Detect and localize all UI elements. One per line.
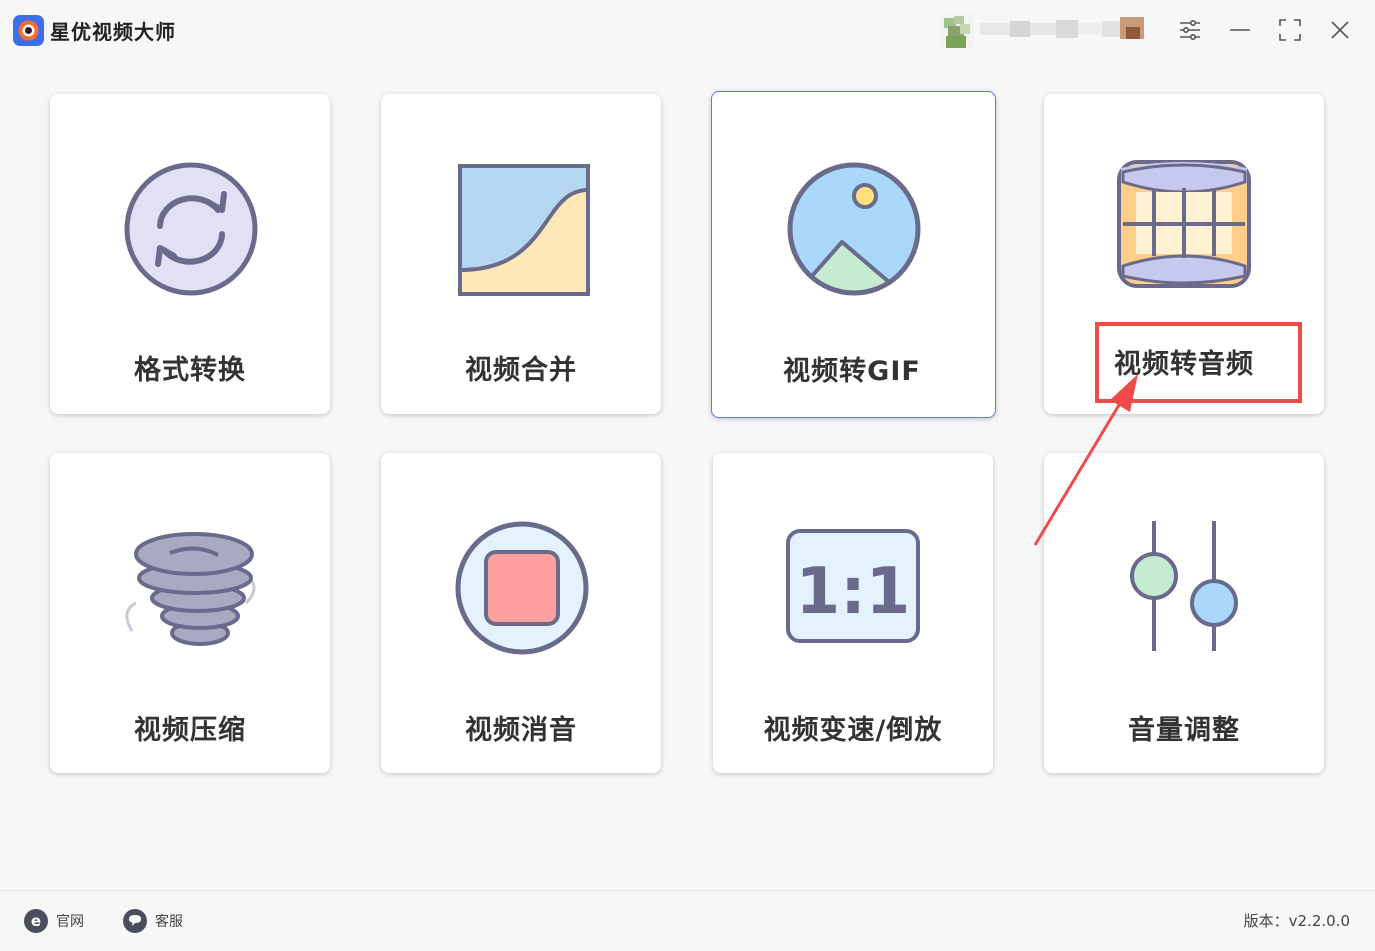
ratio-speed-icon: 1:1 — [786, 529, 920, 643]
tool-card-video-speed[interactable]: 1:1 视频变速/倒放 — [713, 453, 993, 773]
customer-service-link[interactable]: 客服 — [123, 908, 183, 934]
website-label: 官网 — [56, 914, 84, 930]
website-link[interactable]: e 官网 — [24, 908, 84, 934]
tool-card-video-to-gif[interactable]: 视频转GIF — [711, 91, 996, 418]
close-icon[interactable] — [1327, 17, 1353, 43]
svg-text:1:1: 1:1 — [796, 555, 911, 629]
tool-card-video-mute[interactable]: 视频消音 — [381, 453, 661, 773]
app-logo-icon — [13, 15, 44, 46]
title-bar: 星优视频大师 — [0, 0, 1375, 60]
tool-label: 视频压缩 — [134, 715, 246, 746]
version-text: 版本：v2.2.0.0 — [1243, 912, 1350, 930]
tool-label: 视频转GIF — [783, 356, 921, 387]
merge-curve-icon — [458, 164, 590, 296]
maximize-icon[interactable] — [1277, 17, 1303, 43]
chat-bubble-icon — [123, 909, 147, 933]
tool-label: 视频消音 — [465, 715, 577, 746]
stop-mute-icon — [455, 521, 589, 655]
tool-card-video-compress[interactable]: 视频压缩 — [50, 453, 330, 773]
tool-card-format-convert[interactable]: 格式转换 — [50, 94, 330, 414]
user-avatar[interactable] — [940, 14, 974, 48]
username-blurred — [980, 17, 1144, 39]
svg-text:e: e — [31, 912, 41, 930]
sliders-icon[interactable] — [1177, 17, 1203, 43]
footer-bar: e 官网 客服 版本：v2.2.0.0 — [0, 890, 1375, 951]
film-audio-icon — [1117, 160, 1251, 288]
annotation-arrow-icon — [1033, 374, 1138, 546]
image-gif-icon — [787, 162, 921, 296]
tornado-compress-icon — [125, 532, 256, 646]
tool-label: 视频变速/倒放 — [763, 715, 943, 746]
tool-label: 视频合并 — [465, 355, 577, 386]
minimize-icon[interactable] — [1227, 17, 1253, 43]
website-e-icon: e — [24, 909, 48, 933]
convert-refresh-icon — [124, 162, 258, 296]
tool-label: 音量调整 — [1128, 715, 1240, 746]
app-title: 星优视频大师 — [50, 20, 176, 44]
tool-card-video-merge[interactable]: 视频合并 — [381, 94, 661, 414]
tool-label: 格式转换 — [134, 355, 246, 386]
service-label: 客服 — [155, 914, 183, 930]
